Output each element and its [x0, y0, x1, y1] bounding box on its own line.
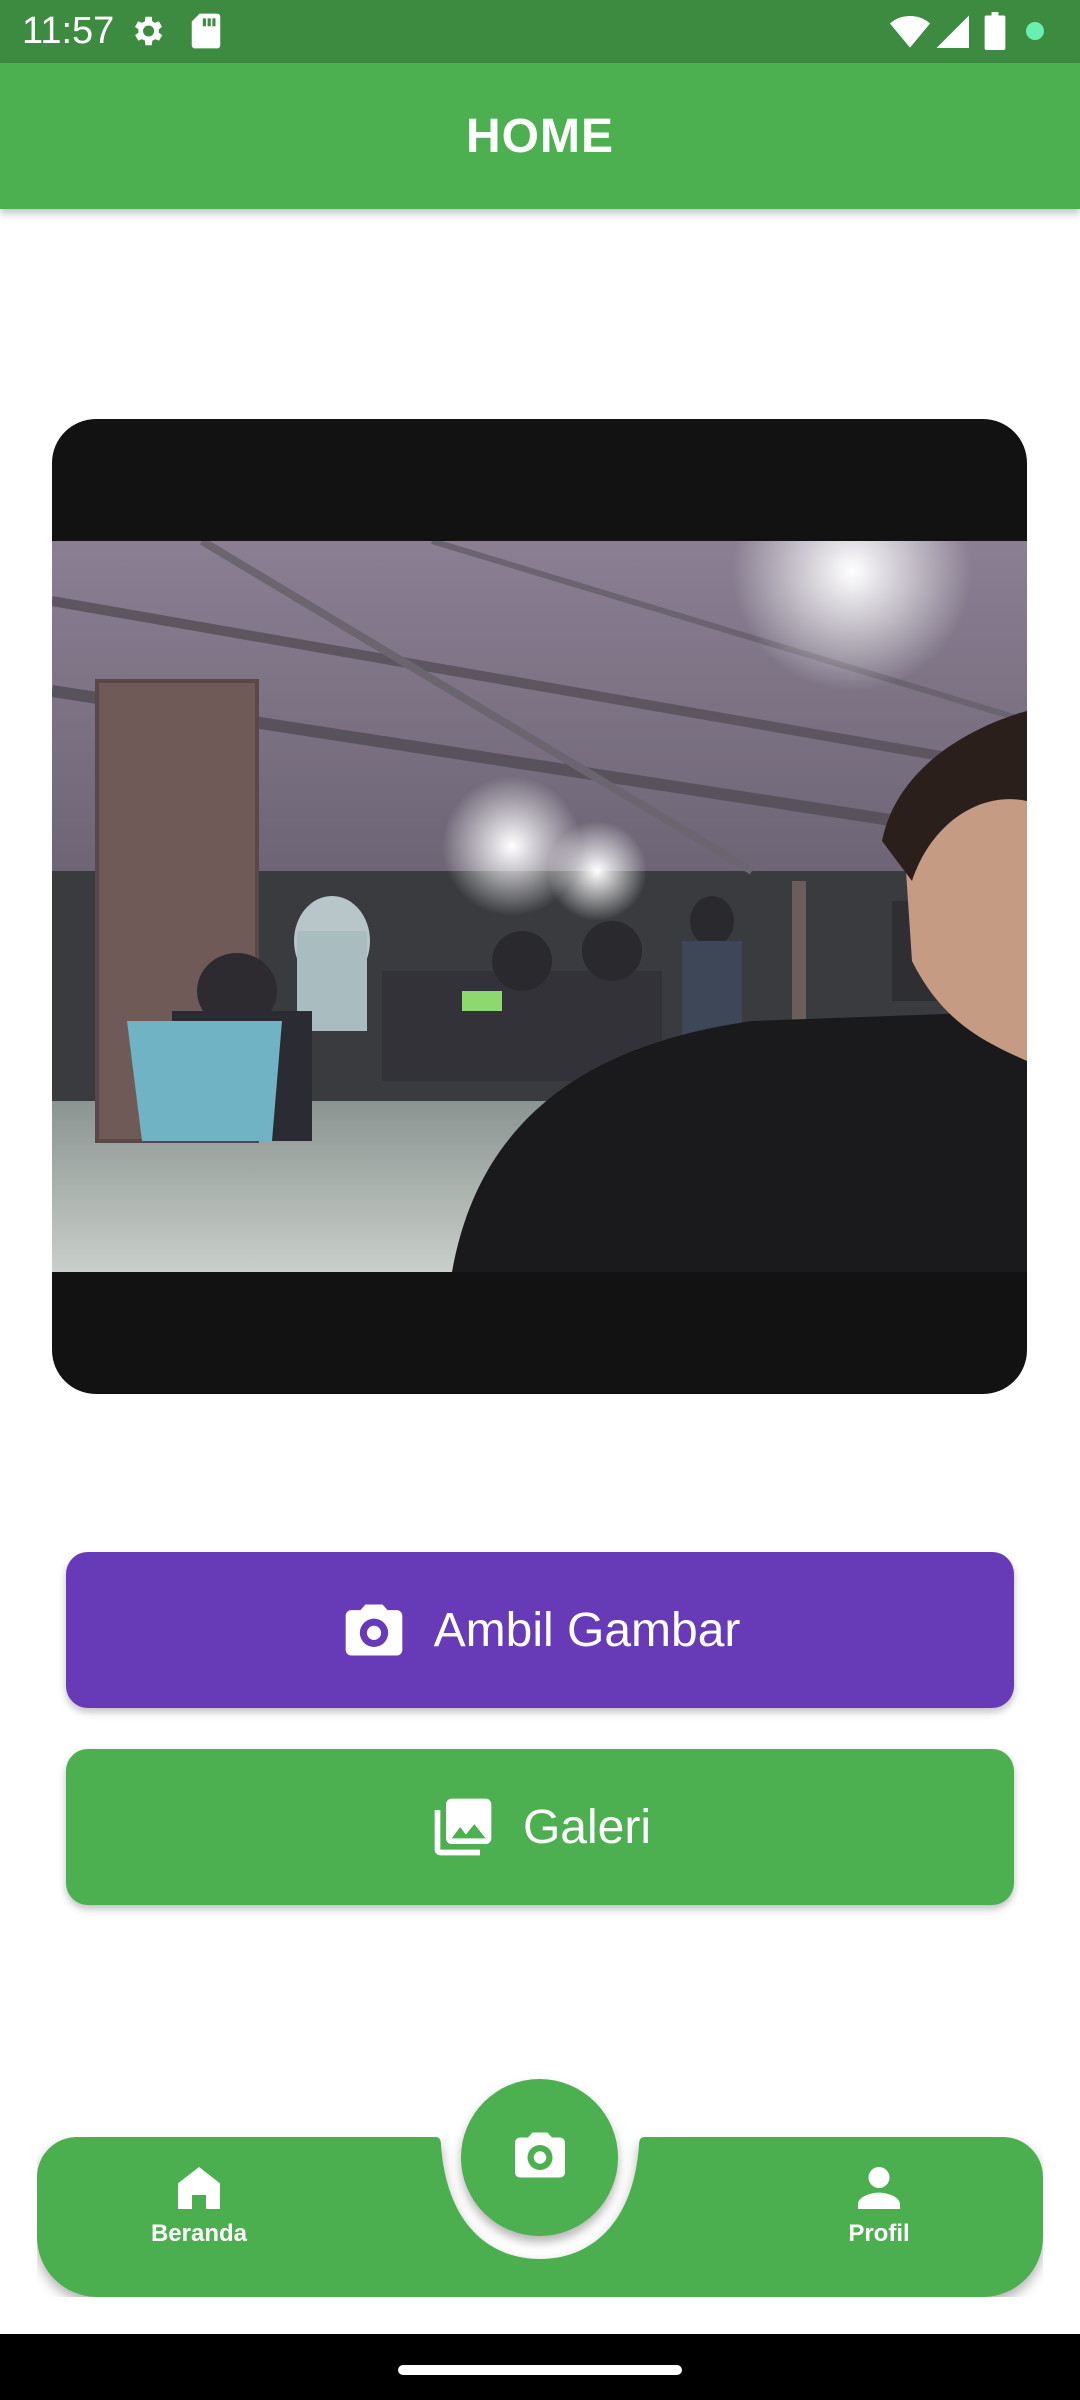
person-icon [851, 2160, 907, 2216]
sd-card-icon [190, 12, 222, 55]
status-bar: 11:57 [0, 0, 1080, 63]
cell-signal-icon [935, 12, 969, 55]
nav-label-profil: Profil [848, 2220, 910, 2247]
take-picture-label: Ambil Gambar [433, 1603, 741, 1657]
nav-item-beranda[interactable]: Beranda [99, 2160, 299, 2280]
camera-fab-button[interactable] [461, 2079, 618, 2236]
camera-icon [510, 2125, 570, 2190]
home-icon [171, 2160, 227, 2216]
home-gesture-handle[interactable] [398, 2365, 682, 2375]
gallery-label: Galeri [522, 1800, 652, 1854]
settings-gear-icon [128, 12, 166, 55]
image-preview-card [52, 419, 1027, 1394]
notification-dot-icon [1026, 22, 1044, 45]
nav-label-beranda: Beranda [150, 2220, 248, 2247]
photo-library-icon [429, 1793, 497, 1861]
preview-photo [52, 541, 1027, 1272]
wifi-icon [890, 12, 930, 55]
take-picture-button[interactable]: Ambil Gambar [66, 1552, 1014, 1708]
nav-item-profil[interactable]: Profil [779, 2160, 979, 2280]
status-time: 11:57 [22, 10, 115, 52]
page-title: HOME [466, 109, 614, 163]
battery-icon [984, 12, 1006, 55]
app-bar: HOME [0, 63, 1080, 209]
gallery-button[interactable]: Galeri [66, 1749, 1014, 1905]
camera-icon [340, 1596, 408, 1664]
